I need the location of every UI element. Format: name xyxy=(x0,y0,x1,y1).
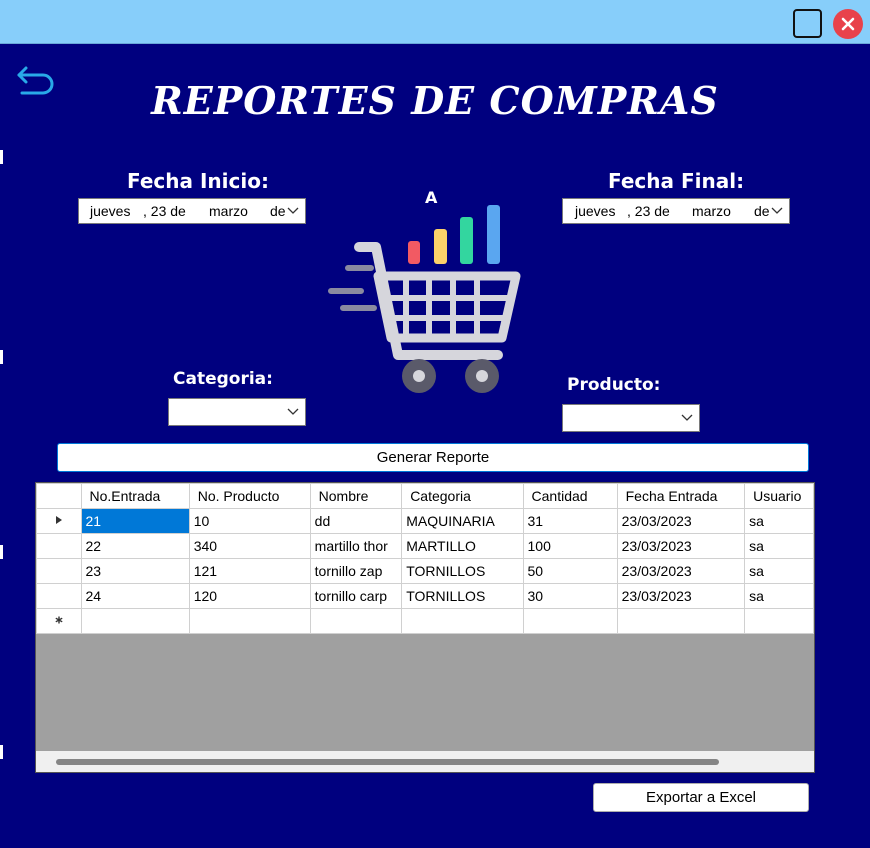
new-row-cell[interactable] xyxy=(401,608,524,634)
close-button[interactable] xyxy=(833,9,863,39)
exportar-excel-button[interactable]: Exportar a Excel xyxy=(593,783,809,812)
day: , 23 de xyxy=(143,203,186,219)
table-cell[interactable]: TORNILLOS xyxy=(401,583,524,609)
new-row-cell[interactable] xyxy=(309,608,403,634)
maximize-icon[interactable] xyxy=(793,9,822,38)
current-row-indicator[interactable] xyxy=(36,508,82,534)
table-cell[interactable]: MAQUINARIA xyxy=(401,508,524,534)
horizontal-scrollbar[interactable] xyxy=(36,751,814,772)
close-icon xyxy=(841,17,855,31)
chevron-down-icon[interactable] xyxy=(681,411,693,425)
table-cell[interactable]: 21 xyxy=(80,508,190,534)
table-cell[interactable]: 120 xyxy=(188,583,311,609)
table-cell[interactable]: dd xyxy=(309,508,403,534)
column-header[interactable]: Categoria xyxy=(401,483,524,509)
table-cell[interactable]: 22 xyxy=(80,533,190,559)
table-cell[interactable]: 30 xyxy=(522,583,618,609)
table-cell[interactable]: sa xyxy=(744,583,814,609)
table-cell[interactable]: tornillo zap xyxy=(309,558,403,584)
table-cell[interactable]: TORNILLOS xyxy=(401,558,524,584)
day-name: jueves xyxy=(90,203,131,219)
table-cell[interactable]: 340 xyxy=(188,533,311,559)
table-cell[interactable]: 23/03/2023 xyxy=(616,558,746,584)
day-name: jueves xyxy=(575,203,616,219)
header-row: No.Entrada No. Producto Nombre Categoria… xyxy=(36,483,814,509)
table-row[interactable]: 24 120 tornillo carp TORNILLOS 30 23/03/… xyxy=(36,583,814,609)
scrollbar-thumb[interactable] xyxy=(56,759,719,765)
row-header[interactable] xyxy=(36,533,82,559)
generar-reporte-button[interactable]: Generar Reporte xyxy=(57,443,809,472)
fecha-inicio-datepicker[interactable]: jueves , 23 de marzo de xyxy=(78,198,306,224)
fecha-final-datepicker[interactable]: jueves , 23 de marzo de xyxy=(562,198,790,224)
shopping-cart-chart-icon xyxy=(328,205,521,393)
column-header[interactable]: Nombre xyxy=(309,483,403,509)
year-fragment: de xyxy=(270,203,286,219)
new-row-indicator[interactable] xyxy=(36,608,82,634)
year-fragment: de xyxy=(754,203,770,219)
table-cell[interactable]: martillo thor xyxy=(309,533,403,559)
row-header-corner[interactable] xyxy=(36,483,82,509)
chevron-down-icon[interactable] xyxy=(287,405,299,419)
table-row[interactable]: 22 340 martillo thor MARTILLO 100 23/03/… xyxy=(36,533,814,559)
new-row-cell[interactable] xyxy=(616,608,746,634)
fecha-final-label: Fecha Final: xyxy=(608,169,745,193)
table-cell[interactable]: 23/03/2023 xyxy=(616,533,746,559)
report-table[interactable]: No.Entrada No. Producto Nombre Categoria… xyxy=(36,483,814,634)
table-row[interactable]: 21 10 dd MAQUINARIA 31 23/03/2023 sa xyxy=(36,508,814,534)
edge-mark xyxy=(0,545,3,559)
new-row-cell[interactable] xyxy=(80,608,190,634)
table-cell[interactable]: 23 xyxy=(80,558,190,584)
table-cell[interactable]: 23/03/2023 xyxy=(616,583,746,609)
table-cell[interactable]: 23/03/2023 xyxy=(616,508,746,534)
producto-combobox[interactable] xyxy=(562,404,700,432)
edge-mark xyxy=(0,745,3,759)
table-cell[interactable]: MARTILLO xyxy=(401,533,524,559)
new-row[interactable] xyxy=(36,608,814,634)
column-header[interactable]: No. Producto xyxy=(188,483,311,509)
new-row-cell[interactable] xyxy=(522,608,618,634)
categoria-label: Categoria: xyxy=(173,369,273,389)
table-cell[interactable]: 100 xyxy=(522,533,618,559)
title-bar xyxy=(0,0,870,44)
table-cell[interactable]: sa xyxy=(744,508,814,534)
month: marzo xyxy=(209,203,248,219)
row-header[interactable] xyxy=(36,583,82,609)
producto-label: Producto: xyxy=(567,375,661,395)
table-cell[interactable]: 121 xyxy=(188,558,311,584)
column-header[interactable]: Fecha Entrada xyxy=(616,483,746,509)
row-pointer-icon xyxy=(55,515,62,524)
fecha-inicio-label: Fecha Inicio: xyxy=(127,169,269,193)
day: , 23 de xyxy=(627,203,670,219)
column-header[interactable]: Cantidad xyxy=(522,483,618,509)
edge-mark xyxy=(0,150,3,164)
table-cell[interactable]: 31 xyxy=(522,508,618,534)
new-row-asterisk-icon xyxy=(55,616,63,623)
new-row-cell[interactable] xyxy=(188,608,311,634)
row-header[interactable] xyxy=(36,558,82,584)
chevron-down-icon[interactable] xyxy=(287,204,299,218)
data-grid[interactable]: No.Entrada No. Producto Nombre Categoria… xyxy=(35,482,815,773)
table-cell[interactable]: 24 xyxy=(80,583,190,609)
table-cell[interactable]: sa xyxy=(744,533,814,559)
month: marzo xyxy=(692,203,731,219)
table-row[interactable]: 23 121 tornillo zap TORNILLOS 50 23/03/2… xyxy=(36,558,814,584)
new-row-cell[interactable] xyxy=(744,608,814,634)
column-header[interactable]: Usuario xyxy=(744,483,814,509)
edge-mark xyxy=(0,350,3,364)
table-cell[interactable]: 50 xyxy=(522,558,618,584)
table-cell[interactable]: sa xyxy=(744,558,814,584)
page-title: REPORTES DE COMPRAS xyxy=(151,78,719,123)
column-header[interactable]: No.Entrada xyxy=(80,483,190,509)
chevron-down-icon[interactable] xyxy=(771,204,783,218)
table-cell[interactable]: tornillo carp xyxy=(309,583,403,609)
table-cell[interactable]: 10 xyxy=(188,508,311,534)
categoria-combobox[interactable] xyxy=(168,398,306,426)
